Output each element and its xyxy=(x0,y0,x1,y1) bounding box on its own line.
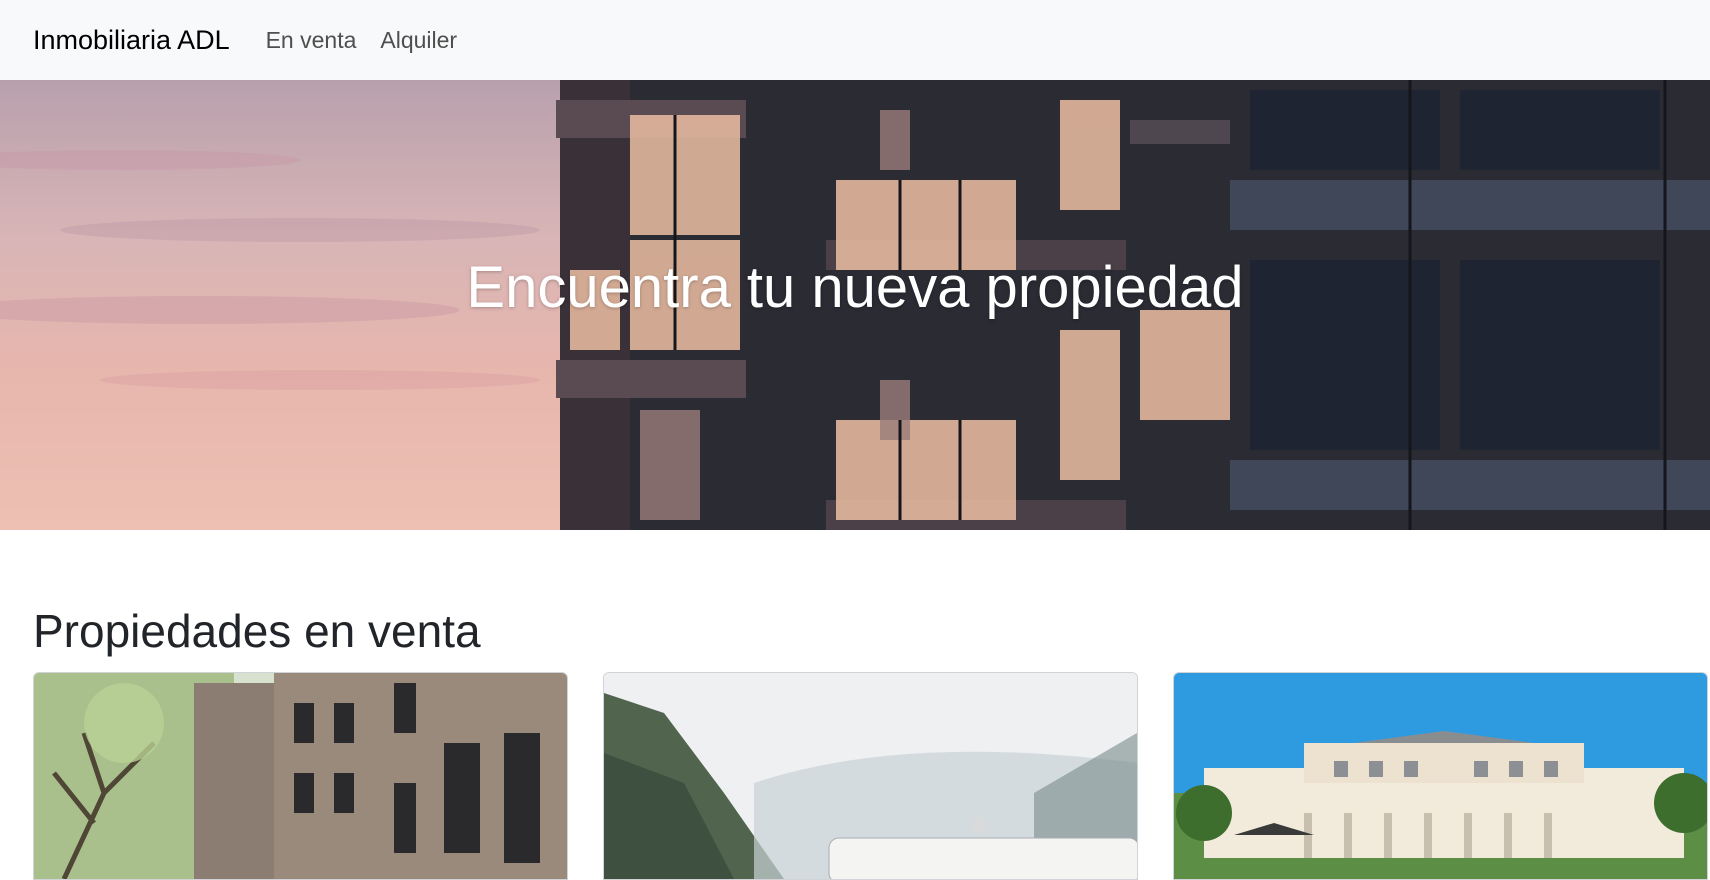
nav-link-alquiler[interactable]: Alquiler xyxy=(380,27,457,54)
property-card-1[interactable] xyxy=(33,672,568,880)
property-card-2[interactable] xyxy=(603,672,1138,880)
nav-link-en-venta[interactable]: En venta xyxy=(266,27,357,54)
navbar: Inmobiliaria ADL En venta Alquiler xyxy=(0,0,1710,80)
hero-title: Encuentra tu nueva propiedad xyxy=(466,254,1244,320)
property-image-camper xyxy=(604,673,1137,879)
property-image-mansion xyxy=(1174,673,1707,879)
section-title-propiedades-en-venta: Propiedades en venta xyxy=(33,605,481,657)
property-card-3[interactable] xyxy=(1173,672,1708,880)
brand-link[interactable]: Inmobiliaria ADL xyxy=(33,25,230,56)
hero-banner: Encuentra tu nueva propiedad xyxy=(0,80,1710,530)
property-image-brownstone xyxy=(34,673,567,879)
